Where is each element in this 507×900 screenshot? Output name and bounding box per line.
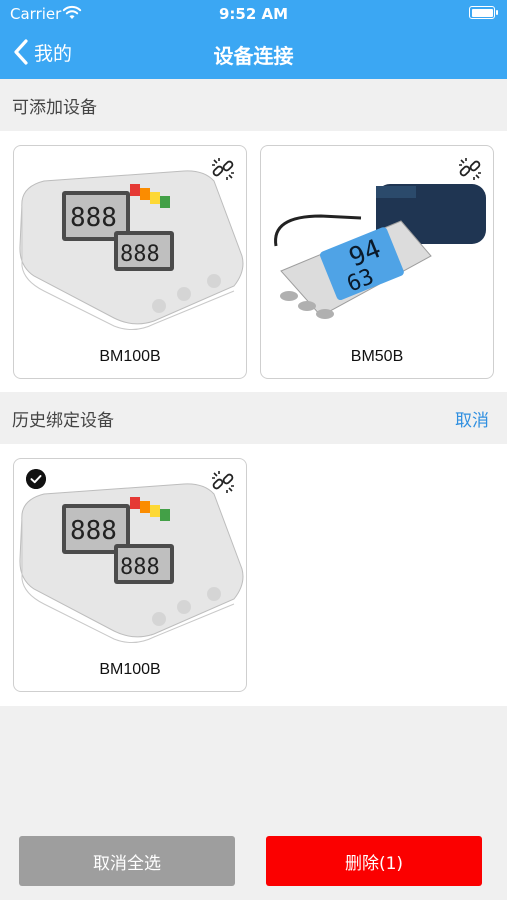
device-card-bm100b-history[interactable]: 888 888 BM100B	[13, 458, 247, 692]
svg-text:888: 888	[70, 203, 117, 233]
device-name: BM100B	[99, 661, 161, 678]
device-card-bm100b[interactable]: 888 888 BM100B	[13, 145, 247, 379]
unlink-icon	[212, 471, 234, 493]
unlink-icon	[459, 158, 481, 180]
available-section-title: 可添加设备	[12, 97, 97, 118]
svg-text:888: 888	[120, 555, 160, 580]
delete-button[interactable]: 删除(1)	[266, 836, 482, 886]
history-section-header: 历史绑定设备 取消	[0, 392, 507, 444]
svg-text:888: 888	[70, 516, 117, 546]
status-bar: Carrier 9:52 AM	[0, 0, 507, 28]
history-section-title: 历史绑定设备	[12, 410, 114, 431]
cancel-all-button[interactable]: 取消全选	[19, 836, 235, 886]
battery-icon	[469, 6, 498, 19]
history-cancel-button[interactable]: 取消	[455, 406, 489, 431]
available-section-header: 可添加设备	[0, 79, 507, 131]
header: Carrier 9:52 AM 我的 设备连接	[0, 0, 507, 79]
checkmark-selected-icon[interactable]	[26, 469, 46, 489]
available-device-grid: 888 888 BM100B 94 63 BM50B	[0, 131, 507, 392]
device-name: BM50B	[350, 348, 404, 365]
device-card-bm50b[interactable]: 94 63 BM50B	[260, 145, 494, 379]
unlink-icon	[212, 158, 234, 180]
status-time: 9:52 AM	[218, 5, 289, 23]
page-title: 设备连接	[213, 44, 294, 68]
device-name: BM100B	[99, 348, 161, 365]
svg-text:888: 888	[120, 242, 160, 267]
history-device-grid: 888 888 BM100B	[0, 444, 507, 706]
